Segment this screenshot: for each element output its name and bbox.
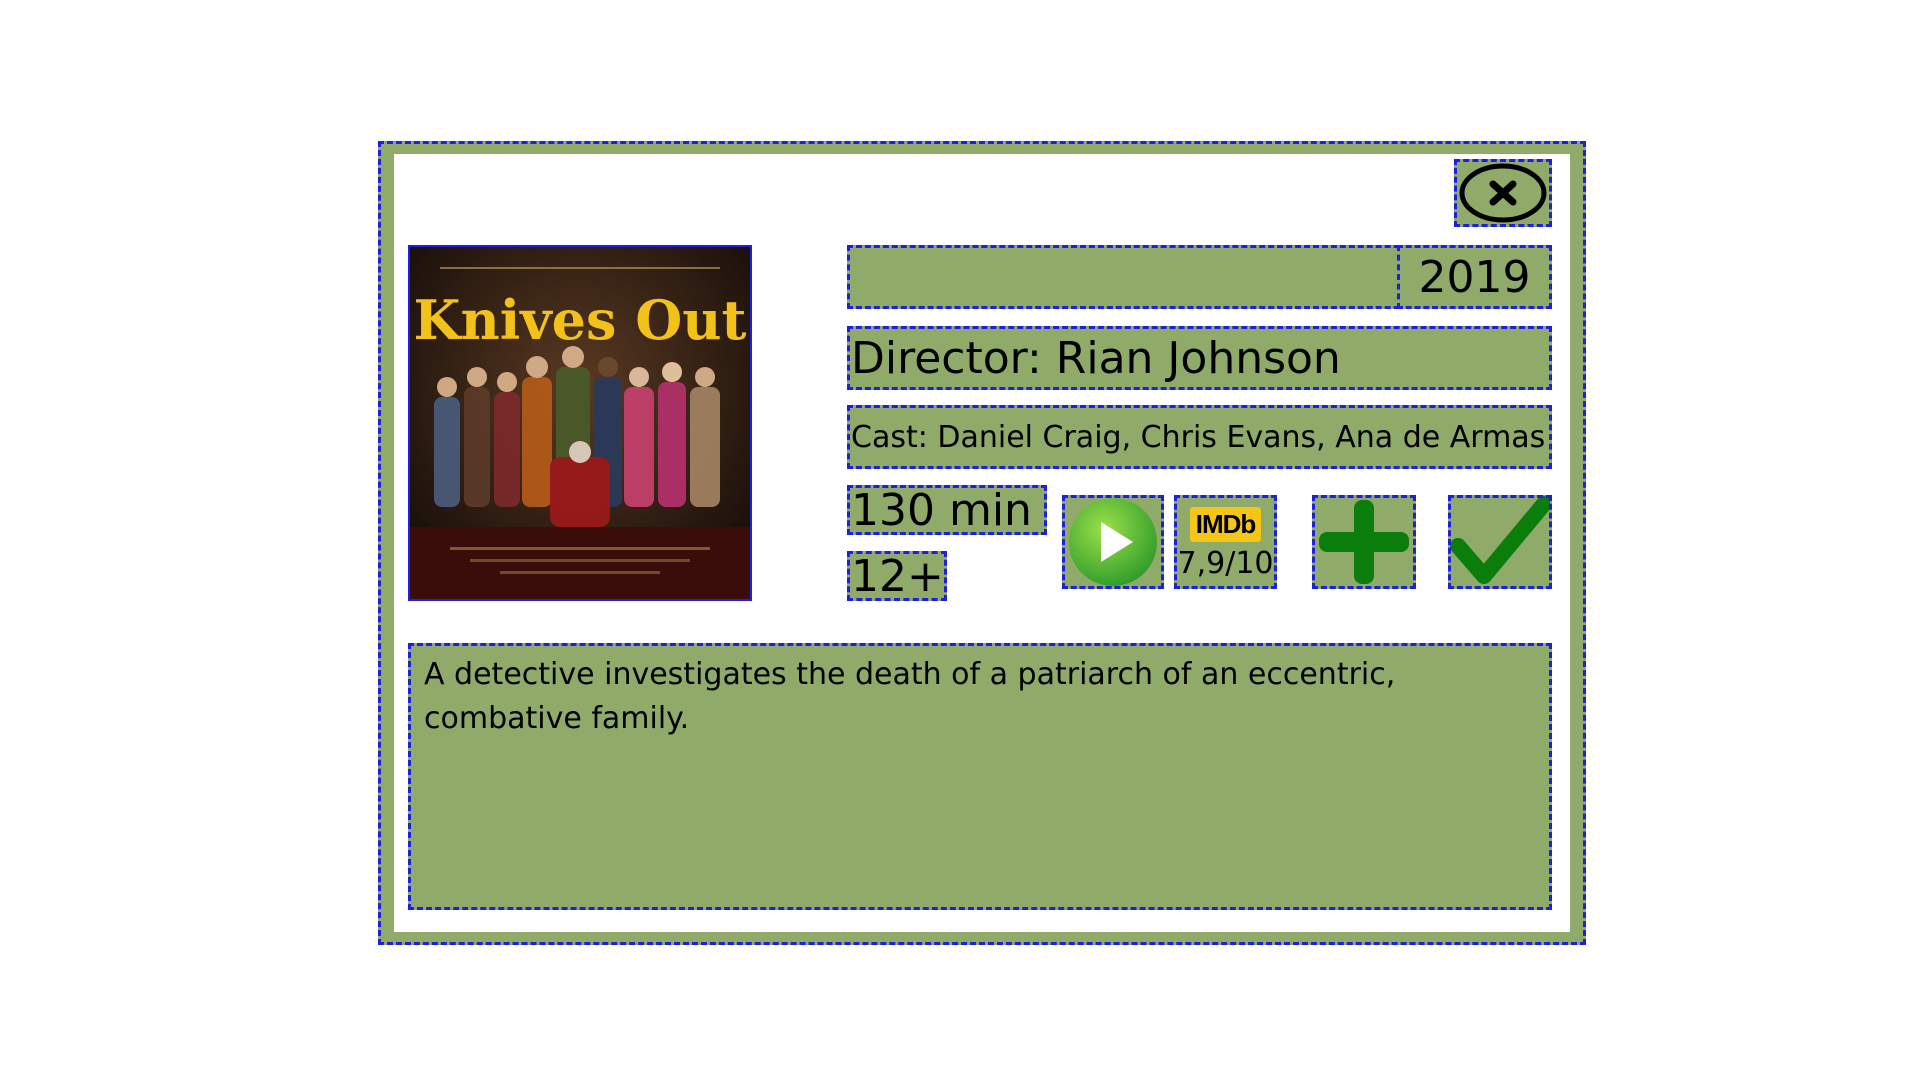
age-rating-badge: 12+ bbox=[847, 551, 947, 602]
checkmark-icon bbox=[1450, 496, 1550, 584]
poster-artwork: Knives Out bbox=[410, 247, 750, 599]
poster-title: Knives Out bbox=[414, 288, 747, 352]
director-label: Director: Rian Johnson bbox=[847, 326, 1552, 390]
movie-poster: Knives Out bbox=[408, 245, 752, 601]
close-circle-icon bbox=[1459, 163, 1547, 223]
imdb-logo: IMDb bbox=[1189, 507, 1262, 542]
play-button[interactable] bbox=[1062, 495, 1164, 589]
imdb-score: 7,9/10 bbox=[1177, 546, 1274, 581]
close-button[interactable] bbox=[1454, 159, 1552, 227]
movie-description: A detective investigates the death of a … bbox=[408, 643, 1552, 910]
play-icon bbox=[1069, 498, 1157, 586]
mark-watched-button[interactable] bbox=[1448, 495, 1552, 589]
runtime-label: 130 min bbox=[847, 485, 1047, 536]
imdb-rating: IMDb 7,9/10 bbox=[1174, 495, 1277, 589]
plus-icon bbox=[1319, 500, 1409, 584]
release-year: 2019 bbox=[1397, 245, 1552, 309]
cast-label: Cast: Daniel Craig, Chris Evans, Ana de … bbox=[847, 405, 1552, 469]
add-to-list-button[interactable] bbox=[1312, 495, 1416, 589]
